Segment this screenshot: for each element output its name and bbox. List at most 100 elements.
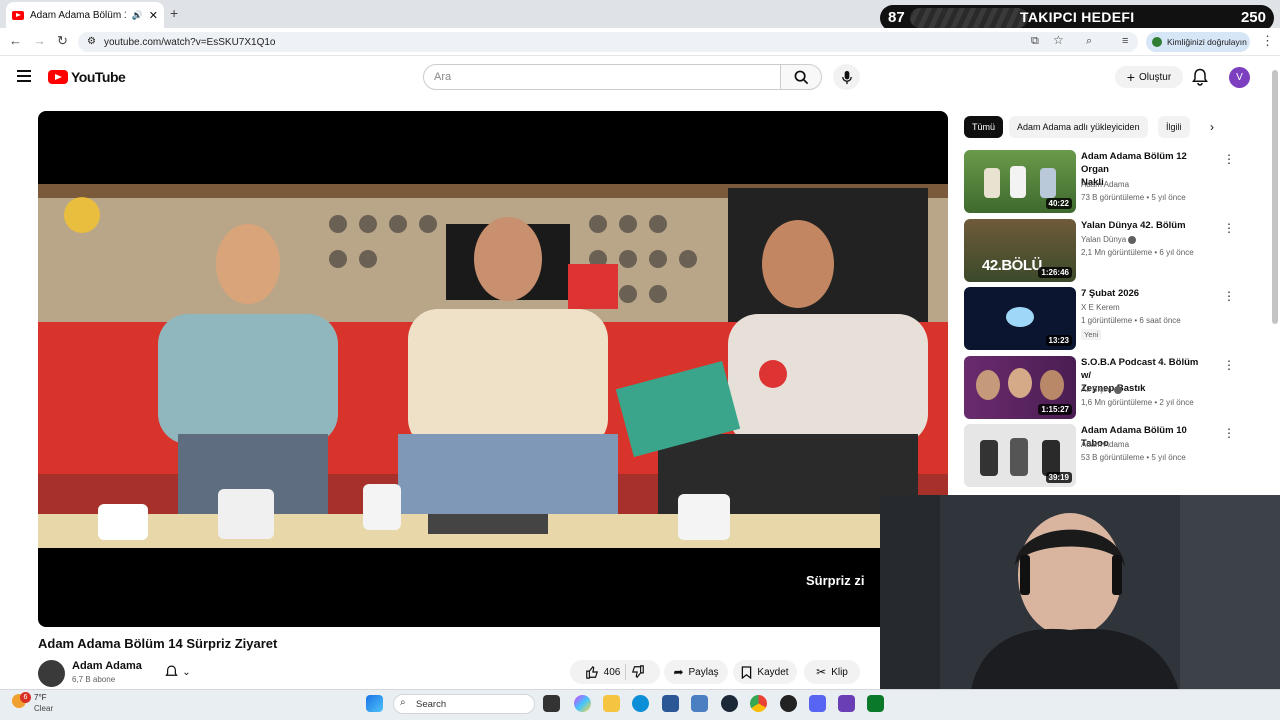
recommendation-channel: Yalan Dünya bbox=[1081, 234, 1137, 246]
share-label: Paylaş bbox=[688, 666, 719, 678]
app-icon[interactable] bbox=[691, 695, 708, 712]
app-icon-2[interactable] bbox=[838, 695, 855, 712]
back-icon[interactable]: ← bbox=[9, 33, 22, 48]
more-options-icon[interactable]: ⋮ bbox=[1223, 358, 1235, 372]
close-tab-icon[interactable]: ✕ bbox=[149, 9, 158, 22]
windows-start-icon[interactable] bbox=[366, 695, 383, 712]
reload-icon[interactable]: ↻ bbox=[57, 33, 68, 49]
verified-icon bbox=[1128, 235, 1137, 244]
store-icon[interactable] bbox=[662, 695, 679, 712]
more-options-icon[interactable]: ⋮ bbox=[1223, 426, 1235, 440]
search-icon: ⌕ bbox=[400, 697, 406, 708]
lens-icon[interactable]: ⌕ bbox=[1086, 35, 1092, 48]
video-thumbnail[interactable]: 40:22 bbox=[964, 150, 1076, 213]
browser-menu-icon[interactable]: ⋮ bbox=[1261, 33, 1274, 49]
video-thumbnail[interactable]: 13:23 bbox=[964, 287, 1076, 350]
plus-icon: + bbox=[1126, 69, 1135, 85]
youtube-favicon-icon bbox=[12, 10, 24, 20]
more-options-icon[interactable]: ⋮ bbox=[1223, 289, 1235, 303]
recommendation-channel: X E Kerem bbox=[1081, 303, 1120, 312]
recommendation-item[interactable]: 42.BÖLÜ 1:26:46 Yalan Dünya 42. Bölüm Ya… bbox=[964, 219, 1264, 283]
youtube-logo[interactable]: YouTube bbox=[48, 69, 126, 85]
bookmark-star-icon[interactable]: ☆ bbox=[1053, 33, 1064, 47]
taskbar-search-label: Search bbox=[416, 698, 447, 710]
new-tab-button[interactable]: + bbox=[170, 5, 178, 21]
more-options-icon[interactable]: ⋮ bbox=[1223, 152, 1235, 166]
goal-progress-bar bbox=[910, 8, 1028, 28]
channel-avatar[interactable] bbox=[38, 660, 65, 687]
media-queue-icon[interactable]: ≡ bbox=[1122, 35, 1128, 47]
recommendation-stats: 53 B görüntüleme • 5 yıl önce bbox=[1081, 453, 1186, 462]
browser-tab[interactable]: Adam Adama Bölüm 14 Sü 🔊 ✕ bbox=[6, 2, 164, 28]
share-button[interactable]: ➦ Paylaş bbox=[664, 660, 728, 684]
subscription-bell-button[interactable]: ⌄ bbox=[157, 660, 199, 684]
chip-related[interactable]: İlgili bbox=[1158, 116, 1190, 138]
new-badge: Yeni bbox=[1081, 329, 1102, 340]
thumbs-up-icon bbox=[585, 665, 598, 679]
steam-icon[interactable] bbox=[721, 695, 738, 712]
video-subtitle: Sürpriz zi bbox=[806, 573, 865, 588]
weather-condition: Clear bbox=[34, 704, 54, 713]
recommendation-item[interactable]: 1:15:27 S.O.B.A Podcast 4. Bölüm w/Zeyne… bbox=[964, 356, 1264, 420]
notifications-button[interactable] bbox=[1192, 68, 1208, 91]
goal-current: 87 bbox=[888, 9, 905, 26]
video-duration: 40:22 bbox=[1045, 198, 1072, 209]
verify-identity-button[interactable]: Kimliğinizi doğrulayın bbox=[1146, 32, 1250, 52]
recommendation-stats: 2,1 Mn görüntüleme • 6 yıl önce bbox=[1081, 248, 1194, 257]
channel-name[interactable]: Adam Adama bbox=[72, 660, 142, 672]
taskbar-search[interactable]: ⌕ Search bbox=[393, 694, 535, 714]
video-thumbnail[interactable]: 1:15:27 bbox=[964, 356, 1076, 419]
search-button[interactable] bbox=[780, 64, 822, 90]
recommendation-item[interactable]: 40:22 Adam Adama Bölüm 12 Organ Nakli Ada… bbox=[964, 150, 1264, 214]
menu-icon[interactable] bbox=[17, 70, 31, 85]
microphone-icon bbox=[841, 70, 852, 84]
create-button[interactable]: + Oluştur bbox=[1115, 66, 1183, 88]
recommendation-channel: Adam Adama bbox=[1081, 440, 1130, 449]
video-duration: 1:26:46 bbox=[1038, 267, 1072, 278]
recommendation-item[interactable]: 13:23 7 Şubat 2026 X E Kerem 1 görüntüle… bbox=[964, 287, 1264, 351]
chip-all[interactable]: Tümü bbox=[964, 116, 1004, 138]
save-button[interactable]: Kaydet bbox=[733, 660, 797, 684]
search-placeholder: Ara bbox=[434, 71, 452, 83]
site-info-icon[interactable]: ⚙ bbox=[87, 36, 96, 47]
recommendation-stats: 73 B görüntüleme • 5 yıl önce bbox=[1081, 193, 1186, 202]
speaker-icon[interactable]: 🔊 bbox=[132, 10, 143, 21]
like-button[interactable]: 406 bbox=[585, 665, 621, 679]
clip-label: Klip bbox=[831, 666, 848, 678]
discord-icon[interactable] bbox=[809, 695, 826, 712]
obs-icon[interactable] bbox=[780, 695, 797, 712]
app-icon-3[interactable] bbox=[867, 695, 884, 712]
forward-icon[interactable]: → bbox=[33, 33, 46, 48]
search-input[interactable]: Ara bbox=[423, 64, 781, 90]
install-icon[interactable]: ⧉ bbox=[1031, 35, 1039, 48]
thumbs-down-icon[interactable] bbox=[631, 665, 645, 679]
search-icon bbox=[794, 70, 808, 84]
more-options-icon[interactable]: ⋮ bbox=[1223, 221, 1235, 235]
video-thumbnail[interactable]: 42.BÖLÜ 1:26:46 bbox=[964, 219, 1076, 282]
video-thumbnail[interactable]: 39:19 bbox=[964, 424, 1076, 487]
scrollbar-thumb[interactable] bbox=[1272, 70, 1278, 324]
weather-temp: 7°F bbox=[34, 693, 47, 702]
edge-icon[interactable] bbox=[632, 695, 649, 712]
chip-from-uploader[interactable]: Adam Adama adlı yükleyiciden bbox=[1009, 116, 1148, 138]
goal-target: 250 bbox=[1240, 9, 1266, 26]
task-view-icon[interactable] bbox=[543, 695, 560, 712]
file-explorer-icon[interactable] bbox=[603, 695, 620, 712]
recommendation-item[interactable]: 39:19 Adam Adama Bölüm 10 Taboo Adam Ada… bbox=[964, 424, 1264, 488]
like-count: 406 bbox=[603, 666, 621, 678]
video-player[interactable]: Sürpriz zi bbox=[38, 111, 948, 627]
weather-badge: 6 bbox=[20, 692, 31, 703]
webcam-image bbox=[880, 495, 1280, 695]
clip-button[interactable]: ✂ Klip bbox=[804, 660, 860, 684]
copilot-icon[interactable] bbox=[574, 695, 591, 712]
account-avatar[interactable]: V bbox=[1229, 67, 1250, 88]
page-scrollbar[interactable] bbox=[1272, 58, 1278, 498]
chevron-right-icon[interactable]: › bbox=[1210, 120, 1214, 134]
voice-search-button[interactable] bbox=[833, 64, 860, 90]
chrome-icon[interactable] bbox=[750, 695, 767, 712]
url-text: youtube.com/watch?v=EsSKU7X1Q1o bbox=[104, 36, 276, 48]
video-duration: 1:15:27 bbox=[1038, 404, 1072, 415]
scissors-icon: ✂ bbox=[816, 665, 827, 679]
url-field[interactable]: ⚙ youtube.com/watch?v=EsSKU7X1Q1o bbox=[78, 32, 1138, 52]
youtube-logo-icon bbox=[48, 70, 68, 84]
